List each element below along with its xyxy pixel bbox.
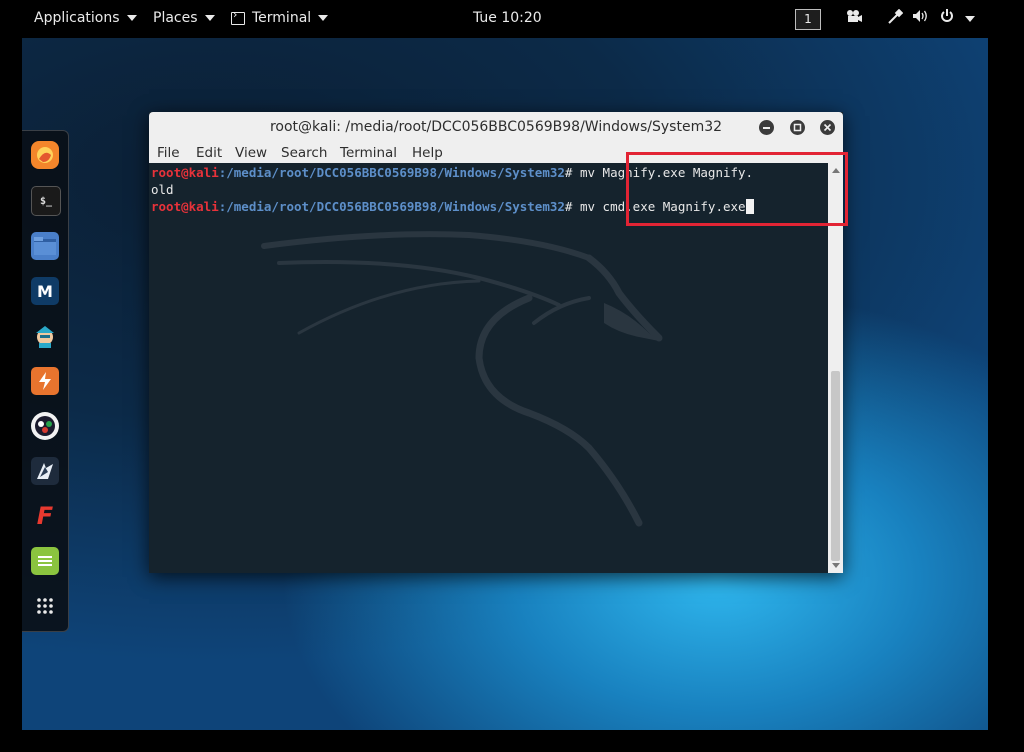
scrollbar-thumb[interactable] — [831, 371, 840, 561]
close-button[interactable] — [820, 120, 835, 135]
chevron-down-icon — [318, 15, 329, 21]
network-wired-icon[interactable] — [887, 8, 904, 29]
applications-label: Applications — [34, 10, 120, 26]
dock: $_ M F — [22, 130, 69, 632]
prompt-user: root@kali — [151, 165, 219, 180]
menu-terminal[interactable]: Terminal — [340, 145, 397, 161]
top-panel: Applications Places Terminal Tue 10:20 1 — [0, 0, 1024, 38]
prompt-user: root@kali — [151, 199, 219, 214]
places-label: Places — [153, 10, 198, 26]
clock[interactable]: Tue 10:20 — [473, 10, 542, 26]
minimize-button[interactable] — [759, 120, 774, 135]
menu-view[interactable]: View — [235, 145, 267, 161]
window-title: root@kali: /media/root/DCC056BBC0569B98/… — [269, 119, 723, 135]
prompt-suffix: # — [564, 199, 580, 214]
burpsuite-icon[interactable] — [31, 367, 59, 395]
command-1-wrap: old — [151, 182, 174, 197]
applications-menu[interactable]: Applications — [34, 10, 137, 26]
menu-help[interactable]: Help — [412, 145, 443, 161]
volume-icon[interactable] — [912, 9, 930, 27]
armitage-icon[interactable] — [31, 322, 59, 350]
beef-icon[interactable] — [31, 457, 59, 485]
prompt-suffix: # — [564, 165, 580, 180]
prompt-path: :/media/root/DCC056BBC0569B98/Windows/Sy… — [218, 165, 565, 180]
system-menu-chevron-icon[interactable] — [965, 16, 975, 22]
files-icon[interactable] — [31, 232, 59, 260]
show-apps-icon[interactable] — [31, 592, 59, 620]
firefox-icon[interactable] — [31, 141, 59, 169]
prompt-path: :/media/root/DCC056BBC0569B98/Windows/Sy… — [218, 199, 565, 214]
clock-label: Tue 10:20 — [473, 10, 542, 26]
leafpad-icon[interactable] — [31, 547, 59, 575]
terminal-app-icon[interactable]: $_ — [31, 186, 61, 216]
terminal-menu-label: Terminal — [252, 10, 312, 26]
chevron-down-icon — [204, 15, 215, 21]
places-menu[interactable]: Places — [153, 10, 215, 26]
menu-search[interactable]: Search — [281, 145, 327, 161]
maximize-button[interactable] — [790, 120, 805, 135]
maltego-icon[interactable] — [31, 412, 59, 440]
faraday-icon[interactable]: F — [31, 502, 59, 530]
video-camera-icon[interactable] — [846, 9, 862, 27]
terminal-icon — [231, 8, 245, 25]
window-titlebar[interactable]: root@kali: /media/root/DCC056BBC0569B98/… — [149, 112, 843, 143]
power-icon[interactable] — [940, 9, 954, 27]
workspace-indicator[interactable]: 1 — [795, 9, 821, 30]
terminal-app-menu[interactable]: Terminal — [231, 8, 329, 26]
metasploit-icon[interactable]: M — [31, 277, 59, 305]
scroll-down-arrow-icon[interactable] — [832, 563, 840, 568]
highlight-annotation-box — [626, 152, 848, 226]
terminal-line-2: old — [151, 182, 174, 197]
chevron-down-icon — [126, 15, 137, 21]
menu-edit[interactable]: Edit — [196, 145, 222, 161]
menu-file[interactable]: File — [157, 145, 180, 161]
